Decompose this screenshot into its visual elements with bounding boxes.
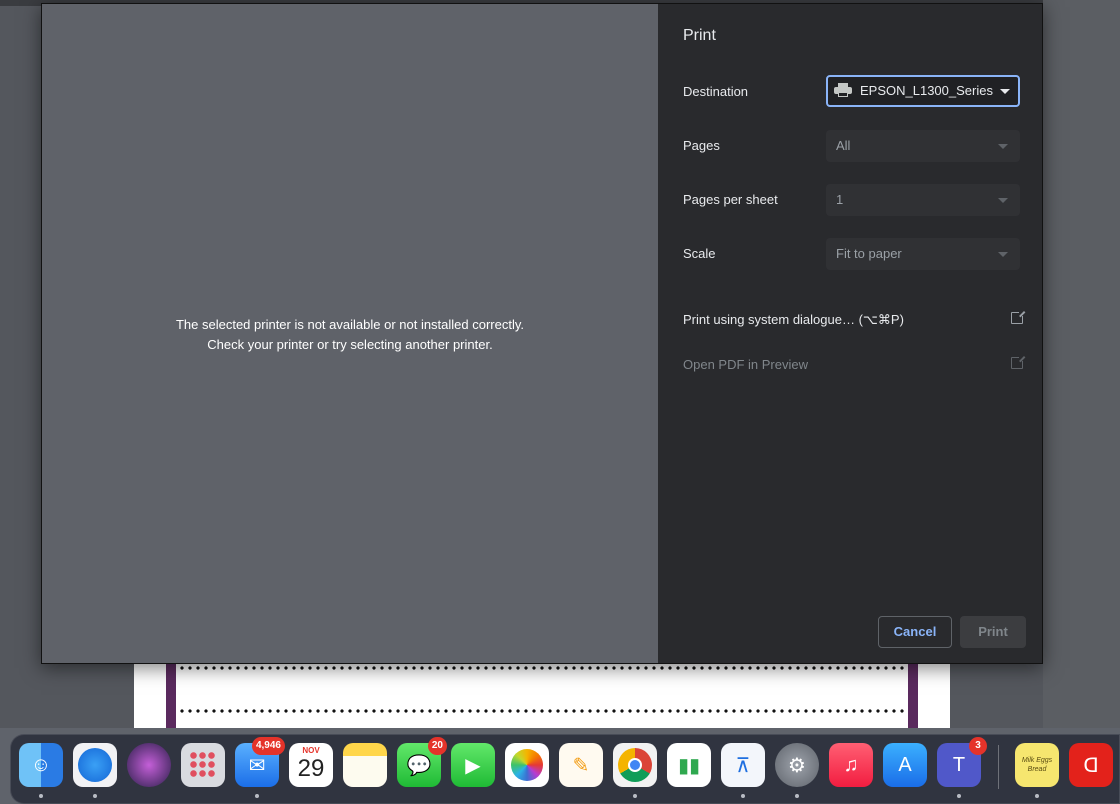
page-border-frame xyxy=(166,664,918,728)
background-window-sidebar xyxy=(1043,0,1120,728)
messages-badge: 20 xyxy=(427,737,447,755)
calendar-icon[interactable]: NOV 29 xyxy=(289,743,333,787)
dock-running-indicator xyxy=(39,794,43,798)
printer-error-line-1: The selected printer is not available or… xyxy=(175,317,525,332)
calendar-day: 29 xyxy=(297,755,325,782)
pages-icon[interactable]: ✎ xyxy=(559,743,603,787)
stickies-note-text: Milk Eggs Bread xyxy=(1021,757,1053,773)
open-pdf-link[interactable]: Open PDF in Preview xyxy=(683,355,1025,372)
calendar-month: NOV xyxy=(302,746,320,755)
dock-running-indicator xyxy=(957,794,961,798)
dock-running-indicator xyxy=(741,794,745,798)
system-dialog-link-label: Print using system dialogue… (⌥⌘P) xyxy=(683,312,904,327)
numbers-icon[interactable]: ▮▮ xyxy=(667,743,711,787)
dotted-border-top xyxy=(178,666,906,670)
dock-separator xyxy=(998,745,999,789)
photos-icon[interactable] xyxy=(505,743,549,787)
safari-icon[interactable] xyxy=(73,743,117,787)
settings-icon[interactable]: ⚙ xyxy=(775,743,819,787)
pages-label: Pages xyxy=(683,138,720,153)
print-settings-sidebar: Print Destination EPSON_L1300_Series Pag… xyxy=(658,4,1042,663)
mail-icon[interactable]: ✉ 4,946 xyxy=(235,737,285,787)
pages-per-sheet-select[interactable]: 1 xyxy=(826,184,1020,216)
notes-icon[interactable] xyxy=(343,743,387,787)
stickies-icon[interactable]: Milk Eggs Bread xyxy=(1015,743,1059,787)
destination-value: EPSON_L1300_Series xyxy=(860,83,993,98)
messages-icon[interactable]: 💬 20 xyxy=(397,737,447,787)
siri-icon[interactable] xyxy=(127,743,171,787)
pages-per-sheet-label: Pages per sheet xyxy=(683,192,778,207)
open-pdf-link-label: Open PDF in Preview xyxy=(683,357,808,372)
launchpad-icon[interactable] xyxy=(181,743,225,787)
dock-running-indicator xyxy=(1035,794,1039,798)
chevron-down-icon xyxy=(998,198,1008,203)
print-dialog: The selected printer is not available or… xyxy=(41,3,1043,664)
acrobat-icon[interactable]: ᗡ xyxy=(1069,743,1113,787)
printer-error-line-2: Check your printer or try selecting anot… xyxy=(207,337,493,352)
dock: ☺ ✉ 4,946 NOV 29 💬 20 ▶ ✎ ▮▮ ⊼ ⚙ ♫ A T 3 xyxy=(10,734,1120,804)
document-page xyxy=(134,664,950,728)
scale-value: Fit to paper xyxy=(836,246,902,261)
open-external-icon xyxy=(1011,310,1025,324)
chrome-icon[interactable] xyxy=(613,743,657,787)
mail-badge: 4,946 xyxy=(251,737,285,755)
scale-select[interactable]: Fit to paper xyxy=(826,238,1020,270)
destination-label: Destination xyxy=(683,84,749,99)
pages-per-sheet-value: 1 xyxy=(836,192,844,207)
print-preview-pane: The selected printer is not available or… xyxy=(42,4,658,663)
teams-icon[interactable]: T 3 xyxy=(937,737,987,787)
dock-running-indicator xyxy=(93,794,97,798)
dock-running-indicator xyxy=(795,794,799,798)
keynote-icon[interactable]: ⊼ xyxy=(721,743,765,787)
dock-running-indicator xyxy=(255,794,259,798)
chevron-down-icon xyxy=(998,252,1008,257)
music-icon[interactable]: ♫ xyxy=(829,743,873,787)
print-title: Print xyxy=(683,27,716,44)
dock-running-indicator xyxy=(633,794,637,798)
printer-error-message: The selected printer is not available or… xyxy=(42,315,658,355)
facetime-icon[interactable]: ▶ xyxy=(451,743,495,787)
pages-value: All xyxy=(836,138,851,153)
pages-select[interactable]: All xyxy=(826,130,1020,162)
cancel-button[interactable]: Cancel xyxy=(878,616,952,648)
finder-icon[interactable]: ☺ xyxy=(19,743,63,787)
open-external-icon xyxy=(1011,355,1025,369)
app-store-icon[interactable]: A xyxy=(883,743,927,787)
destination-select[interactable]: EPSON_L1300_Series xyxy=(826,75,1020,107)
chevron-down-icon xyxy=(998,144,1008,149)
chevron-down-icon xyxy=(1000,89,1010,94)
system-dialog-link[interactable]: Print using system dialogue… (⌥⌘P) xyxy=(683,310,1025,328)
dotted-border-bottom xyxy=(178,709,906,713)
scale-label: Scale xyxy=(683,246,716,261)
printer-icon xyxy=(834,83,852,98)
print-button[interactable]: Print xyxy=(960,616,1026,648)
teams-badge: 3 xyxy=(969,737,987,755)
